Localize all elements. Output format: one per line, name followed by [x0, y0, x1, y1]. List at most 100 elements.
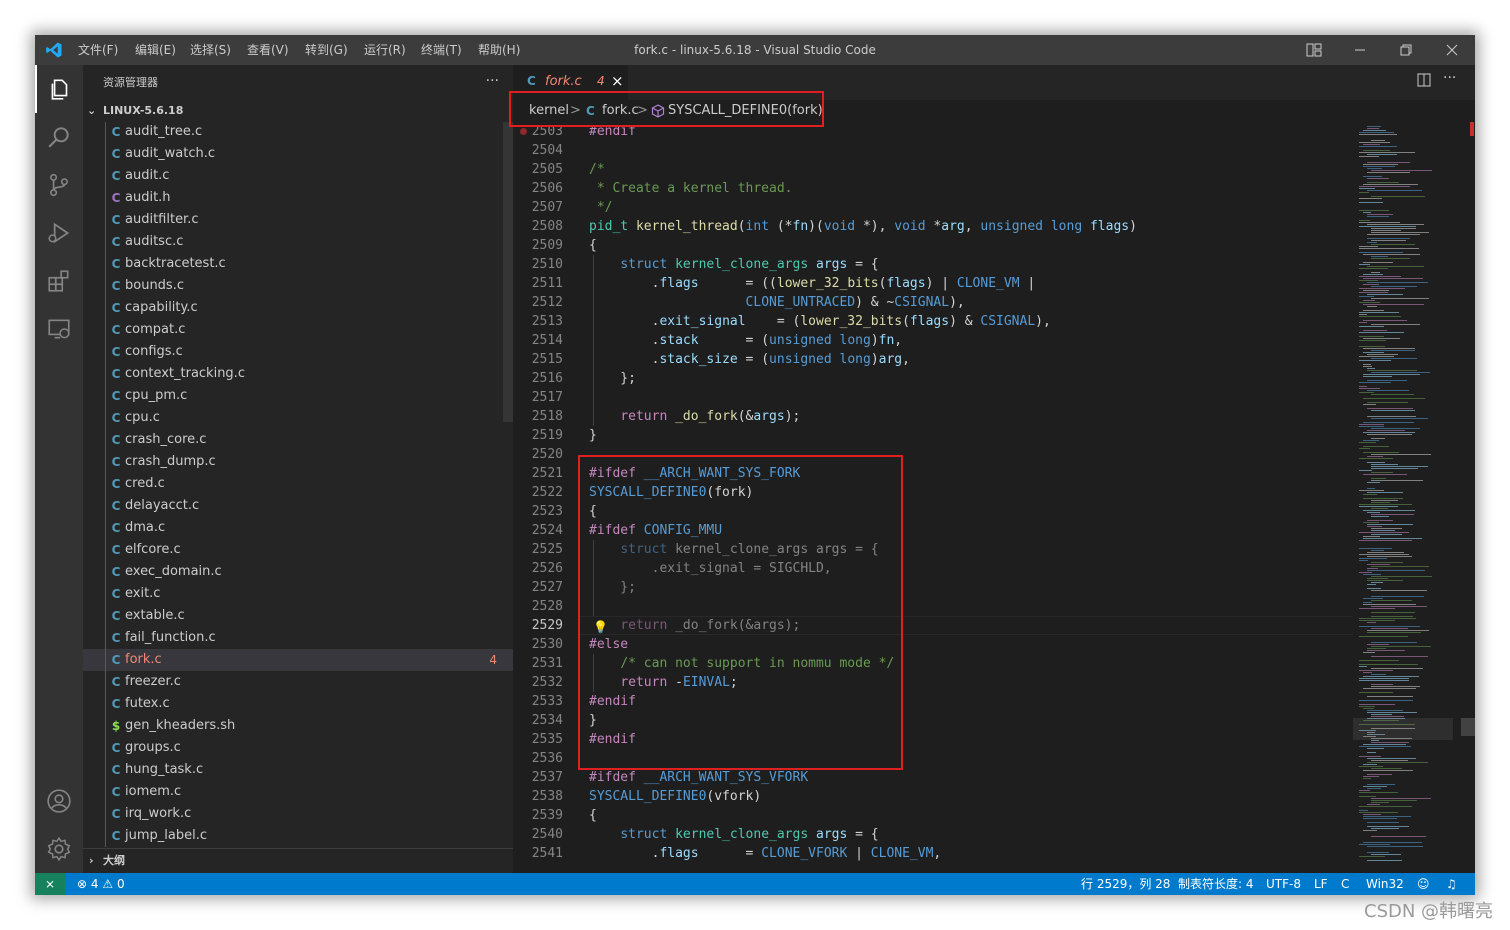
- code-token: (&: [737, 409, 754, 424]
- file-tree-item[interactable]: Cjump_label.c: [83, 825, 513, 847]
- file-tree-item[interactable]: Cdelayacct.c: [83, 495, 513, 517]
- file-tree-item[interactable]: Chung_task.c: [83, 759, 513, 781]
- file-tree-item[interactable]: Celfcore.c: [83, 539, 513, 561]
- notifications-bell-icon[interactable]: ♫: [1446, 873, 1457, 895]
- file-tree-item[interactable]: Caudit_tree.c: [83, 122, 513, 143]
- minimap-line: [1367, 622, 1376, 623]
- indentation[interactable]: 制表符长度: 4: [1178, 873, 1254, 895]
- outline-section-header[interactable]: › 大纲: [83, 848, 513, 873]
- line-number: 2538: [531, 789, 563, 804]
- breadcrumb-highlight-box: [509, 91, 824, 127]
- more-actions-icon[interactable]: ···: [1443, 70, 1456, 86]
- file-tree-item[interactable]: Ccrash_core.c: [83, 429, 513, 451]
- line-number: 2511: [531, 276, 563, 291]
- file-tree-item[interactable]: Ccontext_tracking.c: [83, 363, 513, 385]
- indent-guide: [105, 231, 106, 253]
- minimap-line: [1359, 704, 1395, 705]
- file-tree-item[interactable]: Caudit.h: [83, 187, 513, 209]
- menu-item[interactable]: 帮助(H): [478, 35, 520, 65]
- minimize-icon[interactable]: [1337, 35, 1383, 65]
- close-icon[interactable]: [1429, 35, 1475, 65]
- menu-item[interactable]: 查看(V): [247, 35, 289, 65]
- code-token: kernel_thread: [635, 219, 738, 234]
- menu-item[interactable]: 运行(R): [364, 35, 406, 65]
- file-tree-item[interactable]: Ciomem.c: [83, 781, 513, 803]
- minimap-line: [1367, 178, 1389, 179]
- workspace-folder-header[interactable]: ⌄ LINUX-5.6.18: [83, 100, 513, 122]
- menu-item[interactable]: 终端(T): [421, 35, 462, 65]
- minimap[interactable]: [1353, 122, 1453, 873]
- minimap-line: [1371, 230, 1401, 231]
- tab-close-icon[interactable]: ×: [611, 72, 624, 90]
- file-tree-item[interactable]: Cgroups.c: [83, 737, 513, 759]
- minimap-line: [1363, 364, 1371, 365]
- file-tree-item[interactable]: Caudit.c: [83, 165, 513, 187]
- file-tree-item[interactable]: Ccapability.c: [83, 297, 513, 319]
- scrollbar-thumb[interactable]: [1461, 718, 1475, 736]
- file-tree-item[interactable]: Cextable.c: [83, 605, 513, 627]
- search-icon[interactable]: [35, 113, 83, 161]
- c-file-icon: C: [111, 763, 121, 777]
- settings-gear-icon[interactable]: [35, 825, 83, 873]
- restore-icon[interactable]: [1383, 35, 1429, 65]
- line-number: 2531: [531, 656, 563, 671]
- problems-indicator[interactable]: ⊗ 4 ⚠ 0: [77, 873, 125, 895]
- end-of-line[interactable]: LF: [1314, 873, 1328, 895]
- minimap-line: [1367, 570, 1425, 571]
- minimap-line: [1371, 854, 1401, 855]
- file-tree-item[interactable]: $ gen_kheaders.sh: [83, 715, 513, 737]
- platform[interactable]: Win32: [1366, 873, 1404, 895]
- file-tree-item[interactable]: Cconfigs.c: [83, 341, 513, 363]
- minimap-viewport[interactable]: [1353, 718, 1453, 740]
- more-actions-icon[interactable]: ···: [486, 65, 499, 98]
- menu-item[interactable]: 转到(G): [305, 35, 348, 65]
- source-control-icon[interactable]: [35, 161, 83, 209]
- remote-indicator-icon[interactable]: ⨯: [35, 873, 65, 895]
- menu-item[interactable]: 文件(F): [78, 35, 118, 65]
- file-tree-item[interactable]: Cexec_domain.c: [83, 561, 513, 583]
- minimap-line: [1359, 360, 1391, 361]
- file-tree-item[interactable]: Cfail_function.c: [83, 627, 513, 649]
- minimap-line: [1363, 262, 1393, 263]
- minimap-line: [1359, 706, 1375, 707]
- split-editor-icon[interactable]: [1417, 73, 1431, 91]
- file-tree-item[interactable]: Cfreezer.c: [83, 671, 513, 693]
- explorer-icon[interactable]: [35, 65, 83, 113]
- file-tree-item[interactable]: Cfutex.c: [83, 693, 513, 715]
- file-tree-item[interactable]: Cauditfilter.c: [83, 209, 513, 231]
- run-debug-icon[interactable]: [35, 209, 83, 257]
- account-icon[interactable]: [35, 777, 83, 825]
- layout-icon[interactable]: [1291, 35, 1337, 65]
- menu-item[interactable]: 选择(S): [190, 35, 231, 65]
- file-tree-item[interactable]: Cbounds.c: [83, 275, 513, 297]
- extensions-icon[interactable]: [35, 257, 83, 305]
- remote-explorer-icon[interactable]: [35, 305, 83, 353]
- minimap-line: [1363, 818, 1397, 819]
- minimap-line: [1371, 716, 1404, 717]
- cursor-position[interactable]: 行 2529，列 28: [1081, 873, 1170, 895]
- language-mode[interactable]: C: [1341, 873, 1349, 895]
- minimap-line: [1367, 578, 1388, 579]
- editor-scrollbar[interactable]: [1461, 122, 1475, 873]
- file-tree-item[interactable]: Cexit.c: [83, 583, 513, 605]
- file-tree-item[interactable]: Caudit_watch.c: [83, 143, 513, 165]
- line-number: 2534: [531, 713, 563, 728]
- file-tree-item[interactable]: Cauditsc.c: [83, 231, 513, 253]
- encoding[interactable]: UTF-8: [1266, 873, 1301, 895]
- indent-guide: [105, 627, 106, 649]
- file-tree-item[interactable]: Ccred.c: [83, 473, 513, 495]
- file-tree-item[interactable]: Ccrash_dump.c: [83, 451, 513, 473]
- error-count: 4: [90, 877, 99, 891]
- file-tree-item[interactable]: Ccompat.c: [83, 319, 513, 341]
- sidebar-scrollbar[interactable]: [503, 122, 513, 422]
- file-tree-item[interactable]: Cdma.c: [83, 517, 513, 539]
- indent-guide: [105, 122, 106, 143]
- file-tree-item[interactable]: Cirq_work.c: [83, 803, 513, 825]
- feedback-icon[interactable]: ☺: [1417, 873, 1430, 895]
- file-tree-item[interactable]: Cbacktracetest.c: [83, 253, 513, 275]
- file-tree-item[interactable]: Ccpu_pm.c: [83, 385, 513, 407]
- menu-item[interactable]: 编辑(E): [135, 35, 176, 65]
- file-tree-item[interactable]: Cfork.c 4: [83, 649, 513, 671]
- minimap-line: [1367, 430, 1405, 431]
- file-tree-item[interactable]: Ccpu.c: [83, 407, 513, 429]
